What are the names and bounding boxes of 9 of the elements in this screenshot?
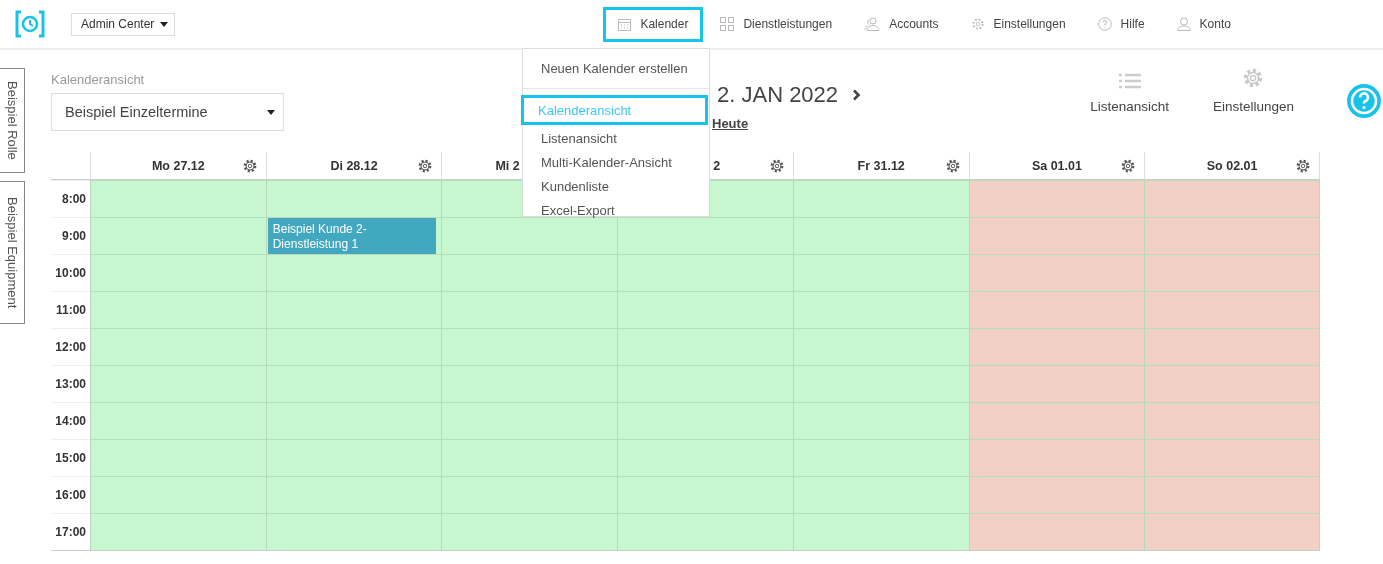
day-header: Mo 27.12 bbox=[151, 158, 205, 173]
day-header: Sa 01.01 bbox=[1031, 158, 1082, 173]
field-label: Kalenderansicht bbox=[51, 72, 146, 87]
day-header: So 02.01 bbox=[1206, 158, 1258, 173]
date-range-title: 2. JAN 2022 bbox=[717, 82, 839, 108]
day-header: Di 28.12 bbox=[330, 158, 378, 173]
day-header: Mi 2 bbox=[495, 158, 520, 173]
day-header: 2 bbox=[713, 158, 721, 173]
day-header: Fr 31.12 bbox=[857, 158, 905, 173]
